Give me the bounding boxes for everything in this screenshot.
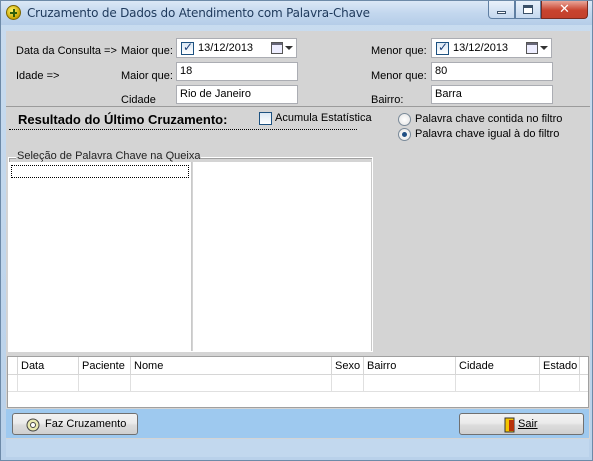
table-row[interactable] [8, 375, 588, 392]
faz-cruzamento-button[interactable]: Faz Cruzamento [12, 413, 138, 435]
resultado-title: Resultado do Último Cruzamento: [18, 112, 228, 127]
bairro-input[interactable]: Barra [431, 85, 553, 104]
data-from-value: 13/12/2013 [198, 42, 254, 54]
close-icon: ✕ [559, 2, 570, 17]
minimize-button[interactable] [488, 1, 515, 19]
data-consulta-label: Data da Consulta => [16, 45, 117, 57]
idade-maior-input[interactable]: 18 [176, 62, 298, 81]
data-maior-que-label: Maior que: [121, 45, 173, 57]
app-plus-icon [6, 5, 21, 20]
maximize-button[interactable] [515, 1, 541, 19]
idade-maior-que-label: Maior que: [121, 70, 173, 82]
column-header-sexo[interactable]: Sexo [332, 357, 364, 375]
keyword-group-legend: Seleção de Palavra Chave na Queixa [16, 150, 202, 162]
section-divider [6, 106, 590, 107]
row-header-cell [8, 375, 18, 392]
acumula-checkbox[interactable] [259, 112, 272, 125]
keyword-list-right[interactable] [193, 162, 372, 351]
calendar-icon[interactable] [271, 42, 283, 54]
idade-label: Idade => [16, 70, 60, 82]
data-to-value: 13/12/2013 [453, 42, 509, 54]
status-bar [6, 439, 589, 457]
row-header-corner [8, 357, 18, 375]
radio-igual-label[interactable]: Palavra chave igual à do filtro [415, 128, 559, 140]
data-to-picker[interactable]: 13/12/2013 [431, 38, 552, 58]
column-header-cidade[interactable]: Cidade [456, 357, 540, 375]
dotted-separator [9, 129, 357, 130]
cidade-label: Cidade [121, 94, 156, 106]
close-button[interactable]: ✕ [541, 1, 588, 19]
maximize-icon [523, 5, 533, 14]
data-menor-que-label: Menor que: [371, 45, 427, 57]
table-cell[interactable] [131, 375, 332, 392]
table-cell[interactable] [456, 375, 540, 392]
title-bar[interactable]: Cruzamento de Dados do Atendimento com P… [1, 1, 592, 25]
sair-label: Sair [518, 418, 538, 430]
column-header-data[interactable]: Data [18, 357, 79, 375]
column-header-paciente[interactable]: Paciente [79, 357, 131, 375]
table-cell[interactable] [540, 375, 580, 392]
table-cell[interactable] [332, 375, 364, 392]
bairro-label: Bairro: [371, 94, 404, 106]
radio-igual[interactable] [398, 128, 411, 141]
chevron-down-icon[interactable] [285, 46, 293, 50]
button-bar: Faz Cruzamento Sair [6, 409, 589, 438]
main-window: Cruzamento de Dados do Atendimento com P… [0, 0, 593, 461]
data-to-checkbox[interactable] [436, 40, 449, 55]
keyword-list-left[interactable] [9, 162, 192, 351]
grid-header: Data Paciente Nome Sexo Bairro Cidade Es… [8, 357, 588, 375]
list-item[interactable] [11, 165, 189, 178]
cidade-input[interactable]: Rio de Janeiro [176, 85, 298, 104]
exit-door-icon [504, 417, 515, 433]
form-client-area: Data da Consulta => Maior que: 13/12/201… [6, 31, 590, 439]
table-cell[interactable] [79, 375, 131, 392]
radio-contida-label[interactable]: Palavra chave contida no filtro [415, 113, 562, 125]
results-grid[interactable]: Data Paciente Nome Sexo Bairro Cidade Es… [7, 356, 589, 408]
column-header-estado[interactable]: Estado [540, 357, 580, 375]
calendar-icon[interactable] [526, 42, 538, 54]
minimize-icon [497, 11, 506, 14]
idade-menor-que-label: Menor que: [371, 70, 427, 82]
acumula-label[interactable]: Acumula Estatística [275, 112, 372, 124]
table-cell[interactable] [18, 375, 79, 392]
data-from-checkbox[interactable] [181, 40, 194, 55]
column-header-nome[interactable]: Nome [131, 357, 332, 375]
sair-button[interactable]: Sair [459, 413, 584, 435]
disc-icon [26, 418, 40, 432]
window-title: Cruzamento de Dados do Atendimento com P… [27, 6, 370, 20]
data-from-picker[interactable]: 13/12/2013 [176, 38, 297, 58]
radio-contida[interactable] [398, 113, 411, 126]
chevron-down-icon[interactable] [540, 46, 548, 50]
column-header-bairro[interactable]: Bairro [364, 357, 456, 375]
table-cell[interactable] [364, 375, 456, 392]
faz-cruzamento-label: Faz Cruzamento [45, 418, 127, 430]
idade-menor-input[interactable]: 80 [431, 62, 553, 81]
